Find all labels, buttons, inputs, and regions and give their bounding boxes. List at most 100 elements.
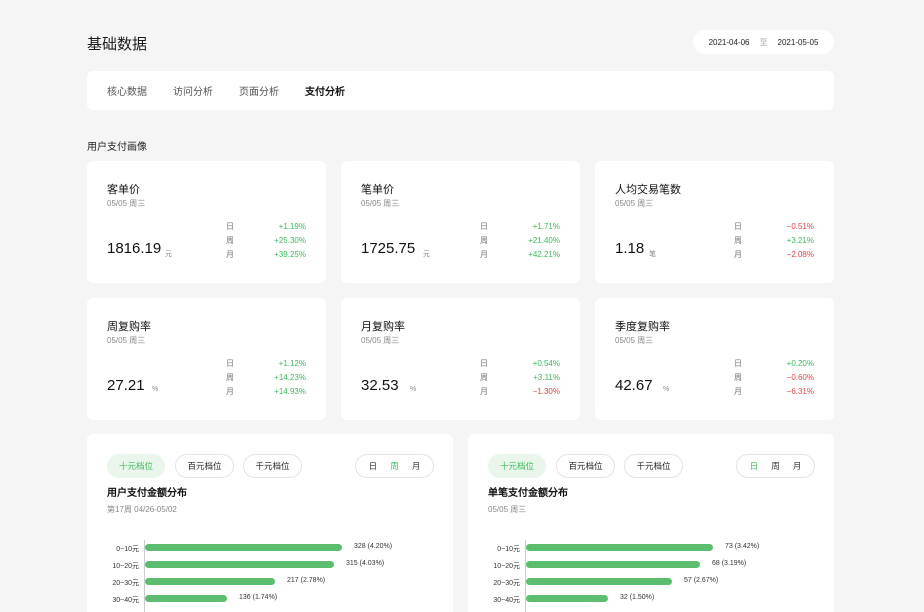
panel-subtitle: 05/05 周三	[488, 505, 527, 514]
change-row: 日 +1.19%	[226, 220, 306, 234]
change-row: 月 −1.30%	[480, 385, 560, 399]
change-row: 日 +1.12%	[226, 357, 306, 371]
bar-value-label: 315 (4.03%)	[346, 560, 385, 567]
card-title: 周复购率	[107, 321, 151, 333]
change-label: 月	[734, 250, 742, 259]
date-range-picker[interactable]: 2021-04-06 至 2021-05-05	[693, 30, 834, 54]
change-value: +1.71%	[532, 222, 560, 231]
period-month[interactable]: 月	[412, 460, 421, 472]
card-value: 27.21	[107, 377, 145, 394]
change-label: 月	[480, 250, 488, 259]
change-value: +0.20%	[786, 359, 814, 368]
change-list: 日 +0.54% 周 +3.11% 月 −1.30%	[480, 357, 560, 399]
change-value: +42.21%	[528, 250, 560, 259]
bar-row: 30~40元 32 (1.50%)	[468, 593, 834, 605]
bar-value-label: 68 (3.19%)	[712, 560, 747, 567]
section-title: 用户支付画像	[87, 142, 147, 153]
card-value: 1.18	[615, 240, 645, 257]
change-label: 日	[734, 222, 742, 231]
change-label: 周	[480, 236, 488, 245]
change-list: 日 +0.20% 周 −0.60% 月 −6.31%	[734, 357, 814, 399]
change-row: 月 −2.08%	[734, 248, 814, 262]
change-value: +39.25%	[274, 250, 306, 259]
tab-page-analysis[interactable]: 页面分析	[239, 83, 279, 98]
bar	[526, 578, 672, 585]
bar-value-label: 57 (2.67%)	[684, 577, 719, 584]
segment-hundred-yuan[interactable]: 百元档位	[556, 454, 615, 478]
change-label: 日	[480, 222, 488, 231]
panel-title: 单笔支付金额分布	[488, 488, 568, 499]
change-value: −1.30%	[532, 387, 560, 396]
change-list: 日 +1.19% 周 +25.30% 月 +39.25%	[226, 220, 306, 262]
metric-card: 人均交易笔数 05/05 周三 1.18 笔 日 −0.51% 周 +3.21% 月…	[595, 161, 834, 283]
card-date: 05/05 周三	[107, 199, 146, 208]
segment-hundred-yuan[interactable]: 百元档位	[175, 454, 234, 478]
bar-category-label: 30~40元	[112, 597, 139, 604]
change-row: 月 −6.31%	[734, 385, 814, 399]
card-title: 笔单价	[361, 184, 394, 196]
change-label: 日	[226, 222, 234, 231]
metric-card: 周复购率 05/05 周三 27.21 % 日 +1.12% 周 +14.23% 月…	[87, 298, 326, 420]
bar-category-label: 10~20元	[112, 563, 139, 570]
date-from[interactable]: 2021-04-06	[709, 38, 750, 47]
change-row: 日 −0.51%	[734, 220, 814, 234]
card-date: 05/05 周三	[107, 336, 146, 345]
period-switch: 日 周 月	[736, 454, 815, 478]
tab-bar: 核心数据 访问分析 页面分析 支付分析	[87, 71, 834, 110]
card-title: 季度复购率	[615, 321, 670, 333]
change-row: 月 +42.21%	[480, 248, 560, 262]
bar	[526, 595, 608, 602]
card-value: 1816.19	[107, 240, 162, 257]
bar-value-label: 217 (2.78%)	[287, 577, 326, 584]
tab-payment-analysis[interactable]: 支付分析	[305, 83, 345, 98]
metric-card: 客单价 05/05 周三 1816.19 元 日 +1.19% 周 +25.30% …	[87, 161, 326, 283]
bar-value-label: 328 (4.20%)	[354, 543, 393, 550]
bar-row: 20~30元 57 (2.67%)	[468, 576, 834, 588]
card-date: 05/05 周三	[615, 336, 654, 345]
change-list: 日 +1.71% 周 +21.40% 月 +42.21%	[480, 220, 560, 262]
card-value: 42.67	[615, 377, 653, 394]
change-label: 周	[480, 373, 488, 382]
change-value: +1.19%	[278, 222, 306, 231]
change-value: +14.23%	[274, 373, 306, 382]
bar-row: 0~10元 73 (3.42%)	[468, 542, 834, 554]
card-unit: 元	[423, 251, 430, 258]
period-week[interactable]: 周	[390, 460, 399, 472]
date-to[interactable]: 2021-05-05	[778, 38, 819, 47]
change-row: 周 +14.23%	[226, 371, 306, 385]
tab-core-data[interactable]: 核心数据	[107, 83, 147, 98]
change-label: 周	[734, 373, 742, 382]
change-label: 日	[480, 359, 488, 368]
change-row: 周 +21.40%	[480, 234, 560, 248]
bar-value-label: 73 (3.42%)	[725, 543, 760, 550]
segment-thousand-yuan[interactable]: 千元档位	[624, 454, 683, 478]
bar-row: 20~30元 217 (2.78%)	[87, 576, 453, 588]
bar-category-label: 20~30元	[493, 580, 520, 587]
card-date: 05/05 周三	[361, 199, 400, 208]
segment-ten-yuan[interactable]: 十元档位	[107, 454, 165, 478]
change-row: 周 +3.21%	[734, 234, 814, 248]
bar	[145, 561, 334, 568]
segment-thousand-yuan[interactable]: 千元档位	[243, 454, 302, 478]
period-week[interactable]: 周	[771, 460, 780, 472]
change-value: −2.08%	[786, 250, 814, 259]
metric-card: 笔单价 05/05 周三 1725.75 元 日 +1.71% 周 +21.40% …	[341, 161, 580, 283]
bar-row: 30~40元 136 (1.74%)	[87, 593, 453, 605]
panel-subtitle: 第17周 04/26-05/02	[107, 505, 177, 514]
period-month[interactable]: 月	[793, 460, 802, 472]
segment-ten-yuan[interactable]: 十元档位	[488, 454, 546, 478]
tab-visit-analysis[interactable]: 访问分析	[173, 83, 213, 98]
change-row: 日 +0.20%	[734, 357, 814, 371]
bar-row: 10~20元 68 (3.19%)	[468, 559, 834, 571]
bar-category-label: 30~40元	[493, 597, 520, 604]
card-unit: 元	[165, 251, 172, 258]
period-day[interactable]: 日	[750, 460, 759, 472]
change-row: 周 −0.60%	[734, 371, 814, 385]
page-title: 基础数据	[87, 36, 148, 53]
bar-value-label: 32 (1.50%)	[620, 594, 655, 601]
card-value: 1725.75	[361, 240, 416, 257]
period-day[interactable]: 日	[369, 460, 378, 472]
change-row: 日 +0.54%	[480, 357, 560, 371]
bar	[145, 544, 342, 551]
card-unit: %	[663, 386, 670, 393]
